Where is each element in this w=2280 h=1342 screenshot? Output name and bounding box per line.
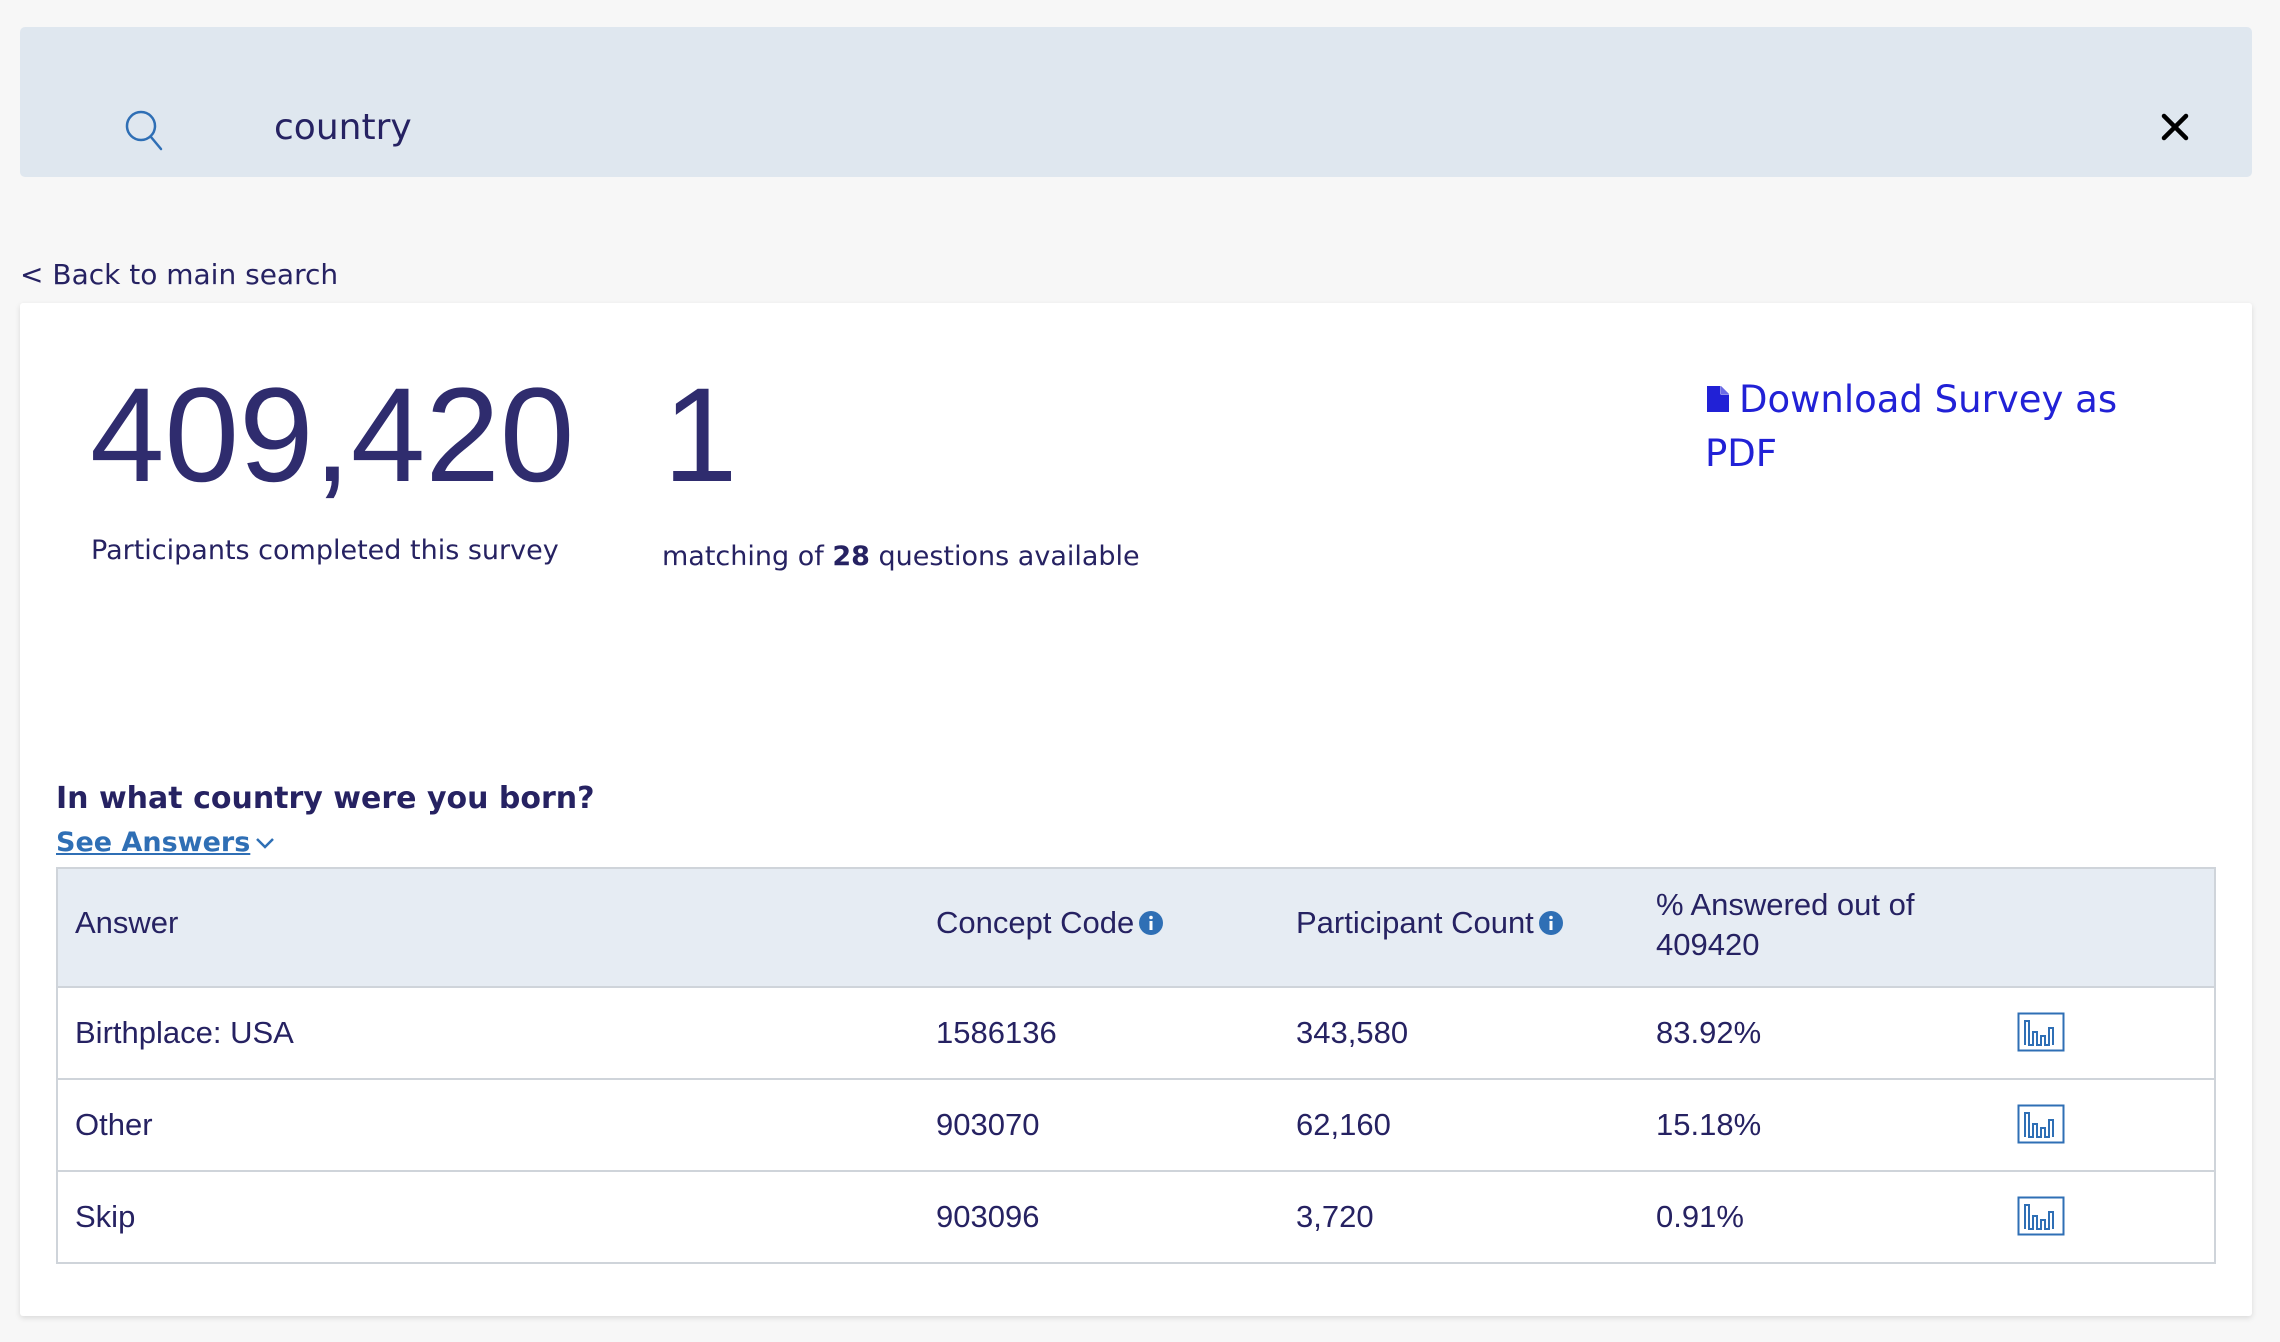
answer-cell: Other xyxy=(75,1107,153,1142)
participant-count-cell: 3,720 xyxy=(1296,1199,1374,1234)
concept-code-cell: 903070 xyxy=(936,1107,1040,1142)
search-icon xyxy=(125,110,163,151)
matching-caption: matching of 28 questions available xyxy=(662,541,1140,572)
participant-count-cell: 343,580 xyxy=(1296,1015,1409,1050)
participants-caption: Participants completed this survey xyxy=(91,535,559,566)
answer-cell: Birthplace: USA xyxy=(75,1015,294,1050)
answers-table: Answer Concept Code Participant Count % … xyxy=(56,867,2216,1264)
header-percent-answered: % Answered out of 409420 xyxy=(1656,887,1915,962)
bar-chart-icon[interactable] xyxy=(2017,1012,2065,1052)
participant-count-cell: 62,160 xyxy=(1296,1107,1391,1142)
percent-cell: 83.92% xyxy=(1656,1015,1762,1050)
close-icon[interactable] xyxy=(2150,102,2200,152)
download-pdf-label: Download Survey as PDF xyxy=(1705,378,2118,475)
header-answer: Answer xyxy=(75,905,179,940)
bar-chart-icon[interactable] xyxy=(2017,1104,2065,1144)
see-answers-toggle[interactable]: See Answers xyxy=(56,827,276,858)
answer-cell: Skip xyxy=(75,1199,136,1234)
chevron-down-icon xyxy=(256,838,275,849)
percent-cell: 15.18% xyxy=(1656,1107,1762,1142)
see-answers-label: See Answers xyxy=(56,827,251,858)
header-concept-code: Concept Code xyxy=(936,905,1164,941)
matching-questions-count: 1 xyxy=(663,361,738,510)
matching-caption-prefix: matching of xyxy=(662,541,833,572)
info-icon[interactable] xyxy=(1138,910,1164,936)
total-questions-count: 28 xyxy=(832,541,870,572)
table-row: Skip 903096 3,720 0.91% xyxy=(58,1172,2214,1262)
table-header: Answer Concept Code Participant Count % … xyxy=(58,869,2214,988)
matching-caption-suffix: questions available xyxy=(869,541,1140,572)
bar-chart-icon[interactable] xyxy=(2017,1196,2065,1236)
back-to-main-search-link[interactable]: < Back to main search xyxy=(20,258,338,291)
question-title: In what country were you born? xyxy=(56,781,595,816)
concept-code-cell: 903096 xyxy=(936,1199,1040,1234)
info-icon[interactable] xyxy=(1538,910,1564,936)
file-icon xyxy=(1707,386,1729,412)
table-row: Birthplace: USA 1586136 343,580 83.92% xyxy=(58,988,2214,1080)
percent-cell: 0.91% xyxy=(1656,1199,1744,1234)
table-row: Other 903070 62,160 15.18% xyxy=(58,1080,2214,1172)
search-bar xyxy=(20,27,2252,177)
search-input[interactable] xyxy=(274,97,2074,157)
header-participant-count: Participant Count xyxy=(1296,905,1564,941)
survey-results-card: 409,420 Participants completed this surv… xyxy=(20,303,2252,1316)
download-pdf-link[interactable]: Download Survey as PDF xyxy=(1705,373,2165,481)
header-concept-code-label: Concept Code xyxy=(936,905,1135,940)
header-participant-count-label: Participant Count xyxy=(1296,905,1534,940)
concept-code-cell: 1586136 xyxy=(936,1015,1057,1050)
participants-count: 409,420 xyxy=(90,361,575,510)
